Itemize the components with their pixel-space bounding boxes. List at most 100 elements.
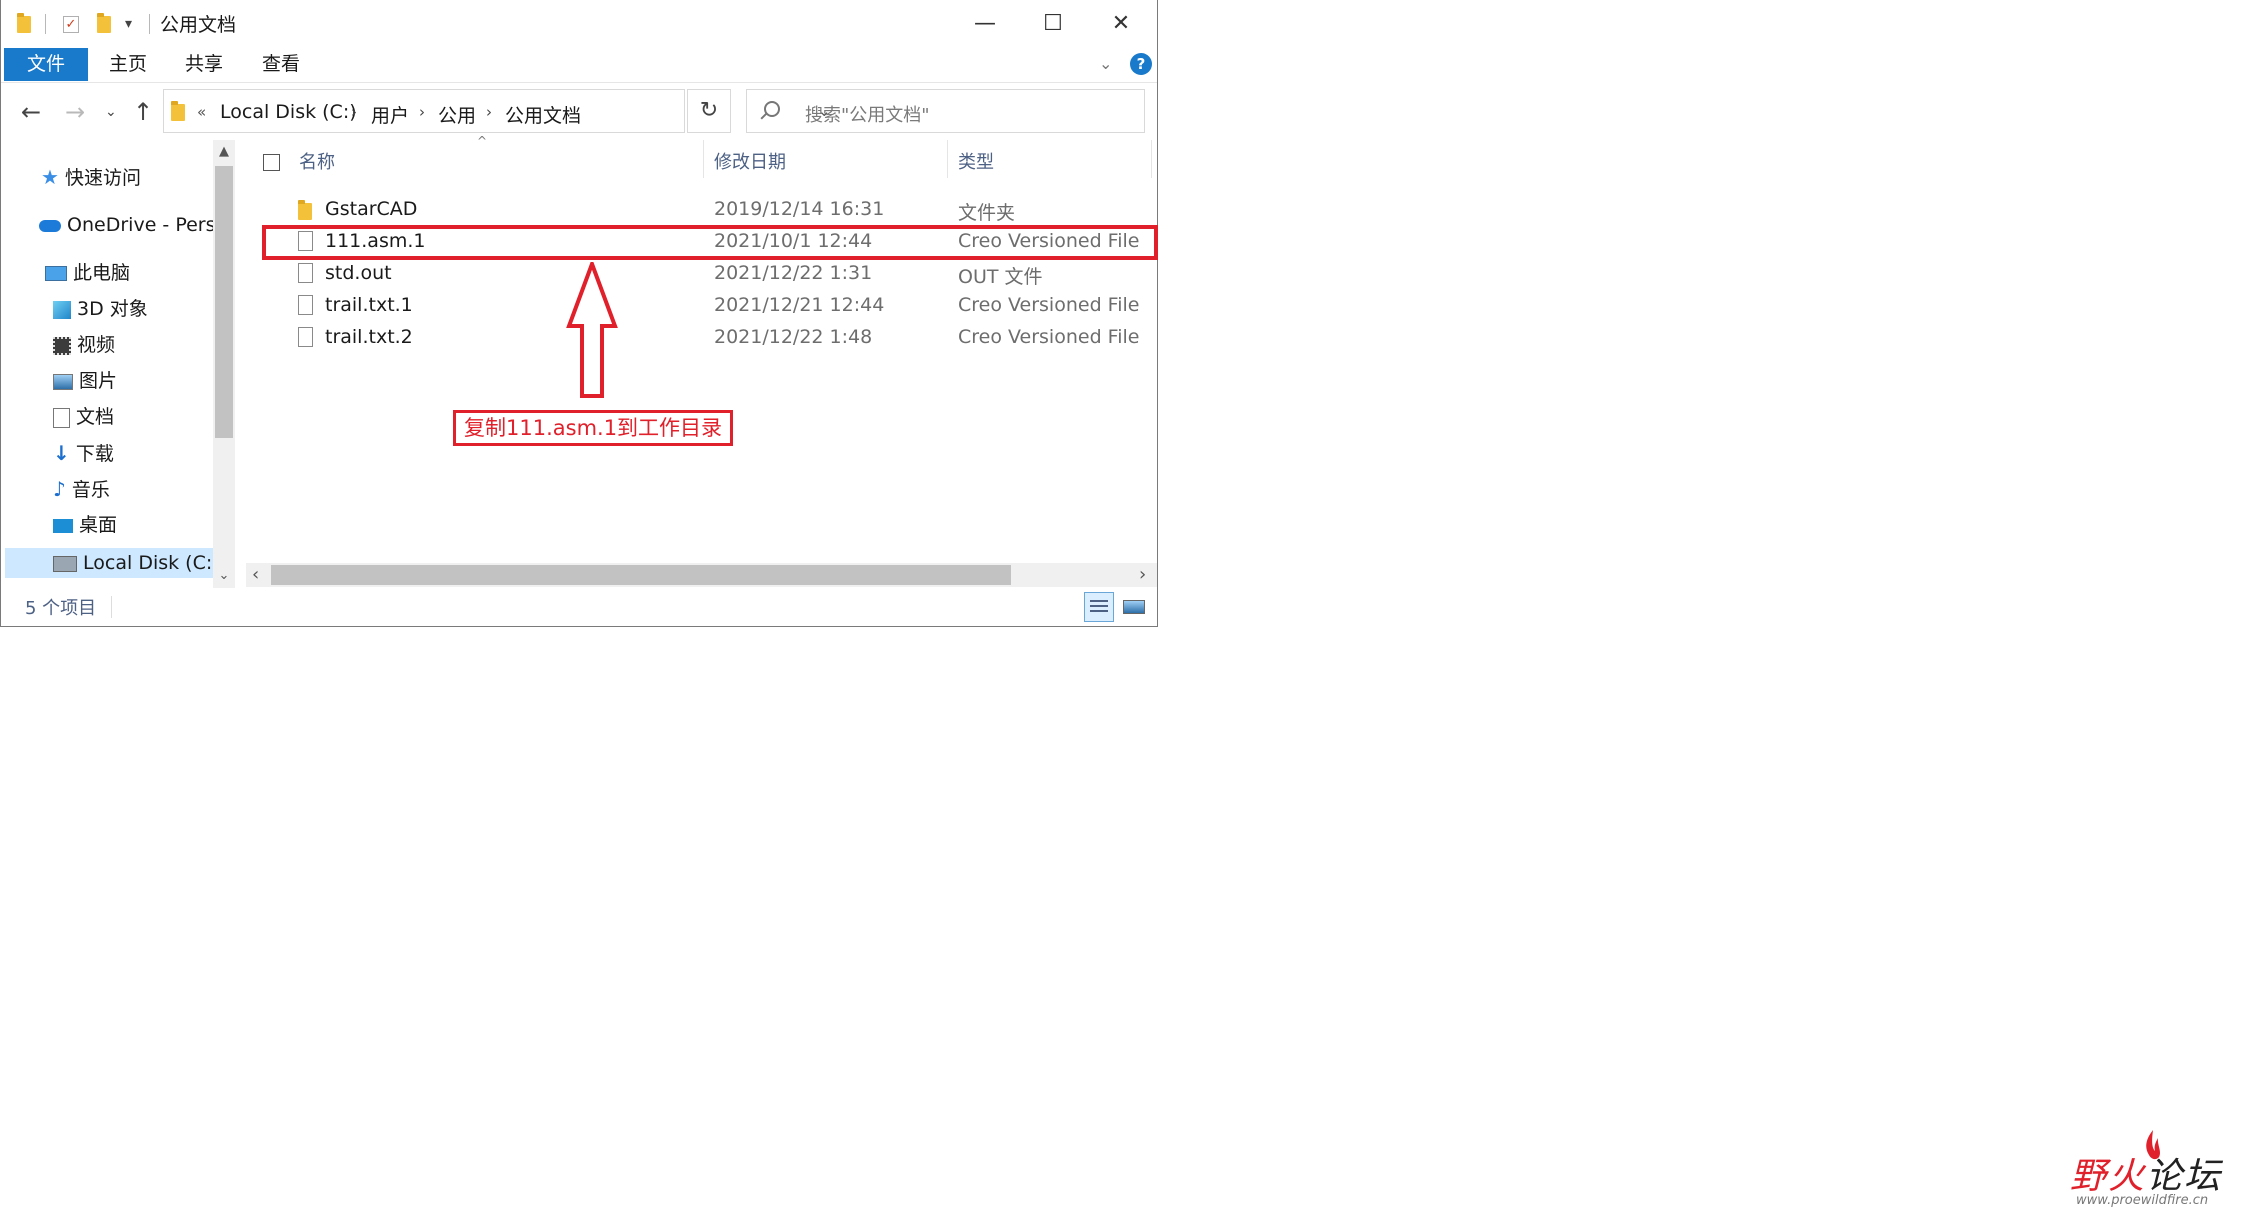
column-header-type[interactable]: 类型 (958, 148, 994, 174)
annotation-label: 复制111.asm.1到工作目录 (453, 410, 734, 446)
film-icon (53, 336, 71, 355)
folder-icon (298, 200, 312, 220)
cloud-icon (39, 219, 61, 232)
nav-item-onedrive[interactable]: OneDrive - Perso (39, 210, 213, 240)
new-folder-icon[interactable] (97, 12, 111, 36)
address-bar[interactable]: « Local Disk (C:) › 用户 › 公用 › 公用文档 ⌄ (163, 89, 831, 133)
tab-view[interactable]: 查看 (262, 48, 300, 81)
tab-home[interactable]: 主页 (109, 48, 147, 81)
breadcrumb-users[interactable]: 用户 (371, 101, 409, 128)
search-input[interactable]: 搜索"公用文档" (746, 89, 1145, 133)
column-divider[interactable] (947, 140, 948, 178)
scroll-left-arrow-icon[interactable]: ‹ (252, 563, 259, 587)
scroll-up-arrow-icon[interactable]: ▲ (213, 144, 235, 159)
file-name: trail.txt.2 (325, 326, 413, 348)
customize-toolbar-chevron-icon[interactable]: ▾ (125, 12, 132, 36)
nav-item-3d-objects[interactable]: 3D 对象 (53, 294, 148, 324)
close-button[interactable]: ✕ (1087, 0, 1155, 48)
details-view-button[interactable] (1084, 592, 1114, 622)
star-icon: ★ (41, 165, 59, 189)
properties-check-icon[interactable]: ✓ (63, 12, 79, 36)
highlight-box (262, 225, 1158, 260)
status-separator (111, 596, 112, 618)
file-name: GstarCAD (325, 198, 418, 220)
watermark-logo: 野火论坛 www.proewildfire.cn (2070, 1125, 2240, 1208)
details-view-icon (1090, 600, 1108, 602)
nav-item-documents[interactable]: 文档 (53, 402, 114, 432)
large-icons-view-icon (1123, 600, 1145, 614)
sort-ascending-caret-icon: ^ (477, 134, 488, 148)
file-type: Creo Versioned File (958, 326, 1140, 348)
large-icons-view-button[interactable] (1119, 592, 1149, 622)
nav-item-downloads[interactable]: ↓ 下载 (53, 438, 114, 468)
column-divider[interactable] (703, 140, 704, 178)
title-bar: ✓ ▾ 公用文档 — ☐ ✕ (1, 0, 1157, 48)
search-placeholder: 搜索"公用文档" (805, 105, 930, 126)
breadcrumb-public-documents[interactable]: 公用文档 (505, 101, 581, 128)
file-row-gstarcad[interactable]: GstarCAD 2019/12/14 16:31 文件夹 (241, 194, 1157, 226)
desktop-icon (53, 518, 73, 533)
item-count: 5 个项目 (25, 598, 97, 619)
recent-locations-chevron-icon[interactable]: ⌄ (105, 104, 117, 120)
nav-item-videos[interactable]: 视频 (53, 330, 115, 360)
file-name: trail.txt.1 (325, 294, 413, 316)
file-type: Creo Versioned File (958, 294, 1140, 316)
nav-item-pictures[interactable]: 图片 (53, 366, 117, 396)
quick-access-separator (45, 14, 46, 34)
file-list: ^ 名称 修改日期 类型 GstarCAD 2019/12/14 16:31 文… (241, 134, 1157, 560)
file-row-std-out[interactable]: std.out 2021/12/22 1:31 OUT 文件 (241, 258, 1157, 290)
tab-share[interactable]: 共享 (185, 48, 223, 81)
up-arrow-icon[interactable]: ↑ (133, 98, 153, 126)
status-bar: 5 个项目 (1, 588, 1157, 626)
address-overflow[interactable]: « (197, 103, 206, 121)
navigation-scrollbar-thumb[interactable] (215, 166, 233, 438)
navigation-scrollbar[interactable]: ▲ ⌄ (213, 140, 235, 588)
help-icon[interactable]: ? (1130, 53, 1152, 75)
file-row-trail-txt-1[interactable]: trail.txt.1 2021/12/21 12:44 Creo Versio… (241, 290, 1157, 322)
cube-icon (53, 300, 71, 319)
file-name: std.out (325, 262, 392, 284)
address-row: ← → ⌄ ↑ « Local Disk (C:) › 用户 › 公用 › 公用… (1, 84, 1157, 138)
file-row-trail-txt-2[interactable]: trail.txt.2 2021/12/22 1:48 Creo Version… (241, 322, 1157, 354)
nav-item-desktop[interactable]: 桌面 (53, 510, 117, 540)
file-date: 2021/12/22 1:31 (714, 262, 873, 284)
scroll-down-arrow-icon[interactable]: ⌄ (213, 568, 235, 583)
minimize-button[interactable]: — (951, 0, 1019, 48)
picture-icon (53, 373, 73, 390)
column-divider[interactable] (1151, 140, 1152, 178)
select-all-checkbox[interactable] (263, 154, 280, 171)
forward-arrow-icon[interactable]: → (65, 98, 85, 126)
watermark-url: www.proewildfire.cn (2076, 1193, 2209, 1208)
file-list-horizontal-scrollbar[interactable]: ‹ › (246, 563, 1157, 587)
nav-item-local-disk[interactable]: Local Disk (C:) (5, 548, 220, 578)
horizontal-scrollbar-thumb[interactable] (271, 565, 1011, 585)
document-icon (53, 407, 70, 428)
file-icon (298, 327, 313, 347)
breadcrumb-local-disk[interactable]: Local Disk (C:) (220, 101, 357, 123)
computer-icon (45, 266, 67, 281)
quick-access-folder-icon[interactable] (17, 12, 31, 36)
navigation-pane: ★ 快速访问 OneDrive - Perso 此电脑 3D 对象 视频 图片 … (1, 140, 236, 588)
ribbon-tabs: 文件 主页 共享 查看 ⌄ ? (1, 48, 1157, 83)
breadcrumb-public[interactable]: 公用 (438, 101, 476, 128)
breadcrumb-chevron-icon[interactable]: › (351, 103, 357, 121)
annotation-up-arrow-icon (566, 262, 618, 398)
nav-item-music[interactable]: ♪ 音乐 (53, 474, 110, 504)
maximize-button[interactable]: ☐ (1019, 0, 1087, 48)
nav-item-this-pc[interactable]: 此电脑 (45, 258, 130, 288)
refresh-button[interactable]: ↻ (687, 89, 731, 133)
address-folder-icon (171, 101, 185, 121)
column-header-name[interactable]: 名称 (299, 148, 335, 174)
music-icon: ♪ (53, 477, 66, 501)
back-arrow-icon[interactable]: ← (21, 98, 41, 126)
expand-ribbon-chevron-icon[interactable]: ⌄ (1099, 54, 1112, 73)
breadcrumb-chevron-icon[interactable]: › (486, 103, 492, 121)
tab-file[interactable]: 文件 (4, 48, 88, 81)
scroll-right-arrow-icon[interactable]: › (1139, 563, 1146, 587)
column-header-date[interactable]: 修改日期 (714, 148, 786, 174)
watermark-text: 野火论坛 (2070, 1156, 2223, 1197)
breadcrumb-chevron-icon[interactable]: › (419, 103, 425, 121)
nav-item-quick-access[interactable]: ★ 快速访问 (41, 162, 141, 192)
file-type: 文件夹 (958, 202, 1016, 224)
file-date: 2019/12/14 16:31 (714, 198, 885, 220)
